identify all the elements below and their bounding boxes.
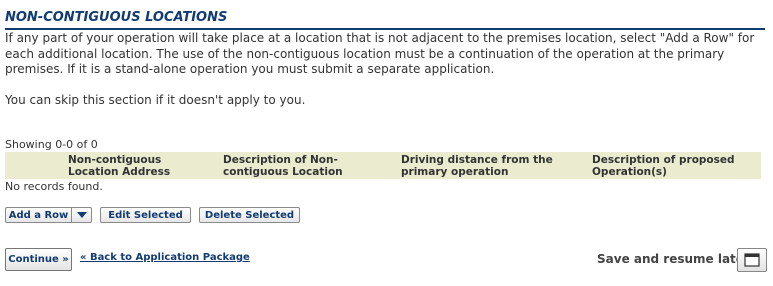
column-header-operations[interactable]: Description of proposed Operation(s) (592, 154, 752, 178)
edit-selected-button[interactable]: Edit Selected (100, 207, 191, 223)
intro-text: If any part of your operation will take … (5, 31, 755, 76)
continue-label: Continue » (8, 254, 69, 265)
delete-selected-button[interactable]: Delete Selected (199, 207, 300, 223)
chevron-down-icon (76, 212, 87, 218)
title-divider (5, 28, 765, 30)
edit-selected-label: Edit Selected (108, 209, 183, 221)
add-row-label: Add a Row (8, 209, 69, 221)
add-row-dropdown-button[interactable] (71, 207, 92, 223)
delete-selected-label: Delete Selected (204, 209, 295, 221)
save-icon (744, 253, 760, 267)
add-row-button[interactable]: Add a Row (5, 207, 71, 223)
empty-grid-message: No records found. (5, 180, 103, 193)
records-count: Showing 0-0 of 0 (5, 138, 98, 151)
column-header-description[interactable]: Description of Non-contiguous Location (223, 154, 393, 178)
save-resume-label: Save and resume later: (597, 252, 755, 266)
continue-button[interactable]: Continue » (5, 248, 72, 271)
grid-header: Non-contiguous Location Address Descript… (5, 152, 761, 179)
skip-note: You can skip this section if it doesn't … (5, 93, 306, 107)
save-resume-button[interactable] (737, 248, 767, 272)
column-header-distance[interactable]: Driving distance from the primary operat… (401, 154, 586, 178)
back-to-application-link[interactable]: « Back to Application Package (80, 252, 250, 263)
section-title: NON-CONTIGUOUS LOCATIONS (5, 10, 228, 25)
column-header-address[interactable]: Non-contiguous Location Address (68, 154, 213, 178)
